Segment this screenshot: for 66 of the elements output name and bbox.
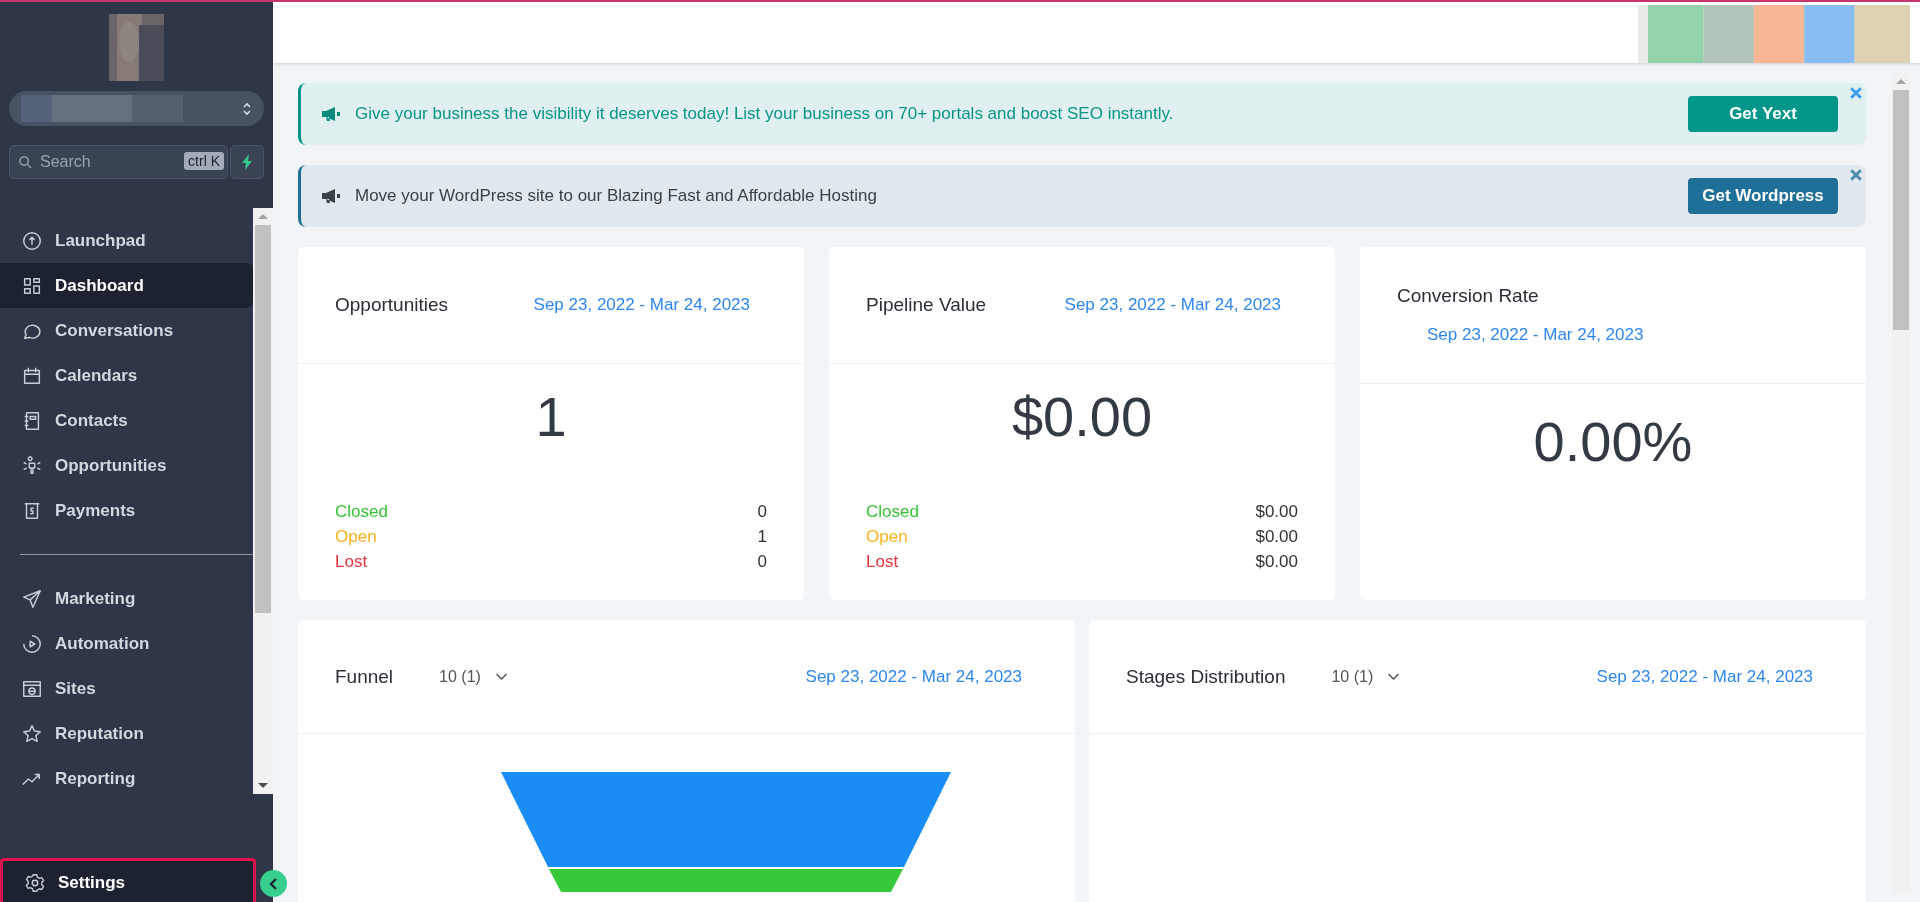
close-icon [1850, 87, 1862, 99]
nav-item[interactable]: Opportunities [0, 443, 253, 488]
status-label: Open [866, 527, 908, 547]
card-title: Funnel [335, 665, 394, 688]
status-value: 0 [757, 502, 767, 522]
nav-item[interactable]: Sites [0, 666, 253, 711]
status-value: $0.00 [1255, 502, 1298, 522]
status-value: $0.00 [1255, 552, 1298, 572]
nav-item[interactable]: Dashboard [0, 263, 253, 308]
nav-item[interactable]: Payments [0, 488, 253, 533]
star-icon [21, 722, 43, 745]
stat-value: 0.00% [1532, 409, 1694, 475]
date-range-link[interactable]: Sep 23, 2022 - Mar 24, 2023 [1596, 666, 1813, 687]
stat-value: $0.00 [1010, 384, 1154, 450]
settings-item[interactable]: Settings [0, 858, 256, 902]
nav-item[interactable]: Launchpad [0, 218, 253, 263]
status-label: Open [335, 527, 377, 547]
quick-action-button[interactable] [230, 145, 264, 179]
nav-item[interactable]: Calendars [0, 353, 253, 398]
date-range-link[interactable]: Sep 23, 2022 - Mar 24, 2023 [1064, 295, 1281, 315]
status-value: 0 [757, 552, 767, 572]
pipeline-dropdown[interactable]: 10 (1) [439, 667, 508, 686]
chevron-left-icon [268, 877, 279, 890]
nav-item[interactable]: Contacts [0, 398, 253, 443]
status-value: 1 [757, 527, 767, 547]
search-icon [18, 155, 33, 170]
settings-icon [24, 872, 46, 894]
card-title: Stages Distribution [1126, 665, 1286, 688]
chevron-down-icon [494, 672, 508, 681]
cta-button[interactable]: Get Wordpress [1688, 178, 1838, 214]
location-switcher[interactable] [9, 91, 264, 126]
close-button[interactable] [1850, 87, 1862, 99]
people-network-icon [21, 454, 43, 477]
status-value: $0.00 [1255, 527, 1298, 547]
close-button[interactable] [1850, 169, 1862, 181]
chevron-updown-icon [242, 100, 252, 117]
scrollbar[interactable] [253, 208, 273, 794]
pipeline-dropdown[interactable]: 10 (1) [1331, 667, 1401, 686]
status-label: Lost [335, 552, 368, 572]
megaphone-icon [321, 106, 341, 122]
shortcut-badge: ctrl K [184, 152, 224, 170]
lightning-icon [241, 154, 253, 170]
megaphone-icon [321, 188, 341, 204]
stat-value: 1 [534, 384, 568, 450]
date-range-link[interactable]: Sep 23, 2022 - Mar 24, 2023 [1427, 325, 1644, 345]
date-range-link[interactable]: Sep 23, 2022 - Mar 24, 2023 [805, 666, 1022, 687]
card-title: Opportunities [335, 294, 448, 316]
date-range-link[interactable]: Sep 23, 2022 - Mar 24, 2023 [533, 295, 750, 315]
status-label: Closed [866, 502, 919, 522]
nav-item[interactable]: Reporting [0, 756, 253, 801]
nav-item[interactable]: Marketing [0, 576, 253, 621]
nav-item[interactable]: Conversations [0, 308, 253, 353]
card-title: Pipeline Value [866, 294, 987, 316]
banner-text: Give your business the visibility it deserves today! List your business on 70+ portals and boost SEO instantly. [355, 104, 1174, 124]
cta-button[interactable]: Get Yext [1688, 96, 1838, 132]
paper-plane-icon [21, 587, 43, 610]
nav-item[interactable]: Automation [0, 621, 253, 666]
scrollbar[interactable] [1892, 73, 1910, 893]
status-label: Lost [866, 552, 899, 572]
collapse-button[interactable] [260, 870, 287, 897]
card-title: Conversion Rate [1397, 285, 1539, 307]
banner-text: Move your WordPress site to our Blazing Fast and Affordable Hosting [355, 186, 877, 206]
chevron-down-icon [1387, 672, 1401, 681]
status-label: Closed [335, 502, 388, 522]
close-icon [1850, 169, 1862, 181]
nav-item[interactable]: Reputation [0, 711, 253, 756]
